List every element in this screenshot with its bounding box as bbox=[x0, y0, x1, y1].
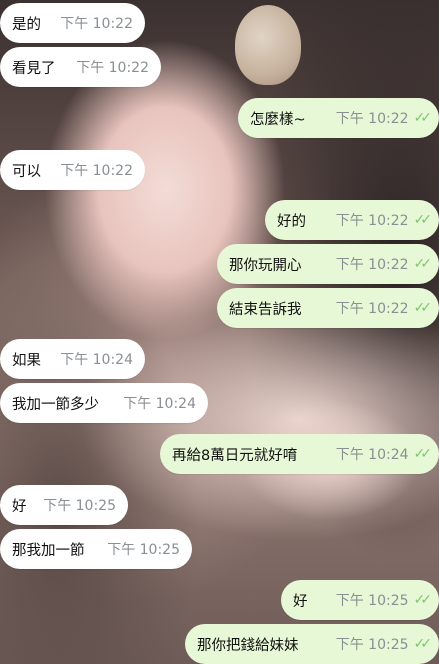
message-time: 下午 10:24 bbox=[60, 352, 133, 368]
message-time: 下午 10:22 bbox=[76, 60, 149, 76]
message-time: 下午 10:25 bbox=[335, 593, 409, 609]
double-check-icon: ✓✓ bbox=[413, 592, 433, 608]
message-time: 下午 10:22 bbox=[335, 111, 409, 127]
message-text: 好的 bbox=[277, 213, 306, 230]
message-text: 如果 bbox=[12, 352, 41, 369]
message-bubble-outgoing[interactable]: 那你玩開心 下午 10:22 ✓✓ bbox=[217, 244, 439, 284]
message-text: 好 bbox=[293, 593, 308, 610]
message-time: 下午 10:22 bbox=[60, 163, 133, 179]
message-time: 下午 10:25 bbox=[335, 637, 409, 653]
message-text: 那你玩開心 bbox=[229, 257, 302, 274]
message-text: 再給8萬日元就好唷 bbox=[172, 447, 298, 464]
message-text: 那我加一節 bbox=[12, 542, 85, 559]
message-text: 怎麼樣~ bbox=[250, 111, 306, 128]
message-time: 下午 10:25 bbox=[43, 498, 116, 514]
double-check-icon: ✓✓ bbox=[413, 212, 433, 228]
message-time: 下午 10:24 bbox=[335, 447, 409, 463]
double-check-icon: ✓✓ bbox=[413, 636, 433, 652]
message-text: 那你把錢給妹妹 bbox=[197, 637, 299, 654]
double-check-icon: ✓✓ bbox=[413, 256, 433, 272]
double-check-icon: ✓✓ bbox=[413, 300, 433, 316]
message-text: 好 bbox=[12, 498, 27, 515]
message-bubble-outgoing[interactable]: 好 下午 10:25 ✓✓ bbox=[281, 580, 439, 620]
message-time: 下午 10:25 bbox=[107, 542, 180, 558]
message-bubble-incoming[interactable]: 可以 下午 10:22 bbox=[0, 150, 145, 190]
message-text: 可以 bbox=[12, 163, 41, 180]
message-text: 我加一節多少 bbox=[12, 396, 99, 413]
double-check-icon: ✓✓ bbox=[413, 110, 433, 126]
message-bubble-incoming[interactable]: 那我加一節 下午 10:25 bbox=[0, 529, 192, 569]
message-text: 結束告訴我 bbox=[229, 301, 302, 318]
message-time: 下午 10:22 bbox=[335, 301, 409, 317]
message-time: 下午 10:22 bbox=[335, 257, 409, 273]
message-bubble-outgoing[interactable]: 再給8萬日元就好唷 下午 10:24 ✓✓ bbox=[160, 434, 439, 474]
message-time: 下午 10:24 bbox=[123, 396, 196, 412]
message-time: 下午 10:22 bbox=[335, 213, 409, 229]
message-text: 是的 bbox=[12, 16, 41, 33]
message-bubble-outgoing[interactable]: 那你把錢給妹妹 下午 10:25 ✓✓ bbox=[185, 624, 439, 664]
message-bubble-incoming[interactable]: 我加一節多少 下午 10:24 bbox=[0, 383, 208, 423]
message-bubble-incoming[interactable]: 如果 下午 10:24 bbox=[0, 339, 145, 379]
wallpaper-decoration bbox=[235, 5, 301, 85]
message-text: 看見了 bbox=[12, 60, 56, 77]
message-time: 下午 10:22 bbox=[60, 16, 133, 32]
message-bubble-outgoing[interactable]: 怎麼樣~ 下午 10:22 ✓✓ bbox=[238, 98, 439, 138]
message-bubble-incoming[interactable]: 是的 下午 10:22 bbox=[0, 3, 145, 43]
message-bubble-incoming[interactable]: 看見了 下午 10:22 bbox=[0, 47, 161, 87]
double-check-icon: ✓✓ bbox=[413, 446, 433, 462]
message-bubble-outgoing[interactable]: 結束告訴我 下午 10:22 ✓✓ bbox=[217, 288, 439, 328]
message-bubble-incoming[interactable]: 好 下午 10:25 bbox=[0, 485, 128, 525]
message-bubble-outgoing[interactable]: 好的 下午 10:22 ✓✓ bbox=[265, 200, 439, 240]
